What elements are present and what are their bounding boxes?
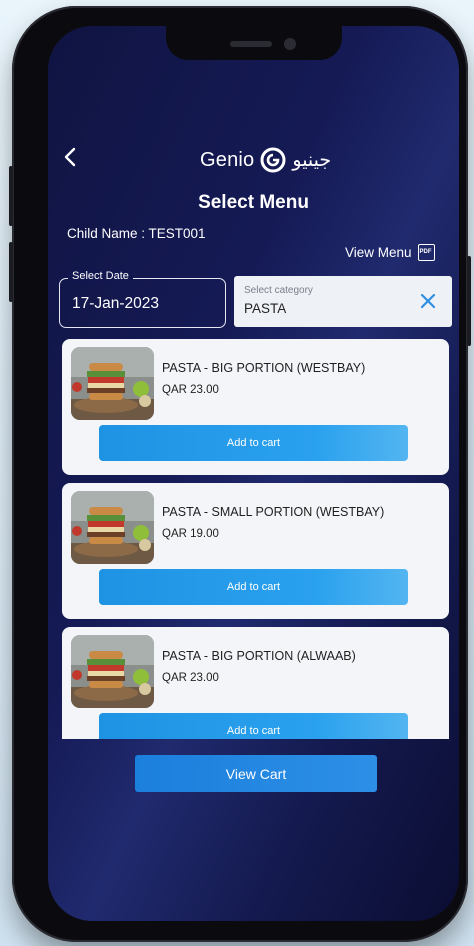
add-to-cart-button[interactable]: Add to cart bbox=[99, 569, 408, 605]
food-image bbox=[71, 491, 154, 564]
category-select-value: PASTA bbox=[244, 301, 287, 316]
page-title: Select Menu bbox=[198, 192, 309, 213]
child-name: Child Name : TEST001 bbox=[67, 226, 206, 241]
view-cart-button[interactable]: View Cart bbox=[135, 755, 377, 792]
back-button[interactable] bbox=[58, 142, 84, 172]
genio-g-icon bbox=[260, 147, 286, 173]
logo-text: Genio bbox=[200, 148, 255, 171]
category-select-label: Select category bbox=[244, 285, 313, 296]
date-field-value: 17-Jan-2023 bbox=[72, 295, 160, 312]
genio-logo: Genio جينيو bbox=[200, 144, 331, 176]
notch bbox=[166, 26, 342, 60]
phone-side-button bbox=[9, 242, 13, 302]
date-field[interactable]: Select Date 17-Jan-2023 bbox=[59, 270, 226, 328]
category-select[interactable]: Select category PASTA bbox=[234, 276, 452, 327]
item-name: PASTA - BIG PORTION (WESTBAY) bbox=[162, 361, 366, 375]
menu-item-card: PASTA - BIG PORTION (ALWAAB) QAR 23.00 A… bbox=[62, 627, 449, 739]
pdf-icon-label: PDF bbox=[419, 249, 432, 255]
sandwich-image bbox=[71, 491, 154, 564]
pdf-icon: PDF bbox=[417, 244, 435, 261]
food-image bbox=[71, 635, 154, 708]
phone-power-button bbox=[467, 256, 471, 346]
food-image bbox=[71, 347, 154, 420]
phone-frame: Genio جينيو Select Menu Child Name : TES… bbox=[9, 6, 471, 942]
chevron-left-icon bbox=[64, 147, 76, 167]
view-menu-label: View Menu bbox=[345, 245, 412, 260]
item-price: QAR 23.00 bbox=[162, 672, 219, 684]
item-price: QAR 23.00 bbox=[162, 384, 219, 396]
menu-item-card: PASTA - BIG PORTION (WESTBAY) QAR 23.00 … bbox=[62, 339, 449, 475]
date-field-label: Select Date bbox=[68, 270, 133, 282]
sandwich-image bbox=[71, 635, 154, 708]
logo-arabic-text: جينيو bbox=[292, 149, 332, 171]
item-price: QAR 19.00 bbox=[162, 528, 219, 540]
item-name: PASTA - BIG PORTION (ALWAAB) bbox=[162, 649, 356, 663]
item-name: PASTA - SMALL PORTION (WESTBAY) bbox=[162, 505, 385, 519]
view-menu-link[interactable]: View Menu PDF bbox=[345, 244, 435, 261]
speaker bbox=[230, 41, 272, 47]
phone-side-button bbox=[9, 166, 13, 226]
sandwich-image bbox=[71, 347, 154, 420]
add-to-cart-button[interactable]: Add to cart bbox=[99, 713, 408, 739]
add-to-cart-button[interactable]: Add to cart bbox=[99, 425, 408, 461]
menu-item-list[interactable]: PASTA - BIG PORTION (WESTBAY) QAR 23.00 … bbox=[62, 339, 449, 739]
close-icon[interactable] bbox=[417, 290, 439, 312]
menu-item-card: PASTA - SMALL PORTION (WESTBAY) QAR 19.0… bbox=[62, 483, 449, 619]
camera bbox=[284, 38, 296, 50]
app-screen: Genio جينيو Select Menu Child Name : TES… bbox=[48, 26, 459, 921]
